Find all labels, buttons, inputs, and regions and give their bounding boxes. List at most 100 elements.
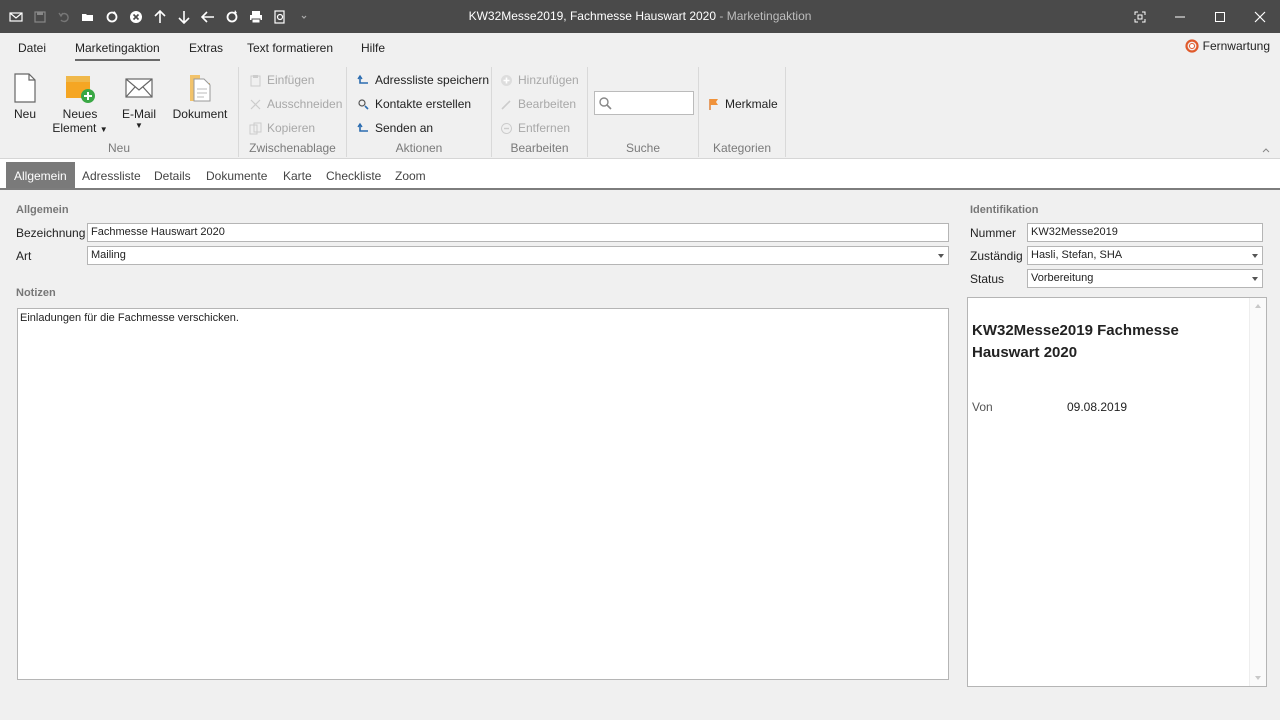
tab-adressliste[interactable]: Adressliste [74,162,149,188]
pencil-icon [501,99,511,110]
tab-details[interactable]: Details [146,162,199,188]
refresh-icon[interactable] [100,5,124,29]
edit-button[interactable]: Bearbeiten [500,95,576,113]
dropdown-arrow-icon [938,254,944,258]
mail-icon[interactable] [4,5,28,29]
sync-icon[interactable] [220,5,244,29]
section-title-general: Allgemein [16,204,69,216]
new-button[interactable]: Neu [8,73,42,121]
tab-allgemein[interactable]: Allgemein [6,162,75,188]
lifebuoy-icon [1185,39,1199,53]
remove-icon [501,122,512,134]
arrow-left-icon[interactable] [196,5,220,29]
number-field[interactable]: KW32Messe2019 [1027,223,1263,242]
remove-button[interactable]: Entfernen [500,119,570,137]
group-label-actions: Aktionen [395,141,443,155]
new-element-icon [66,76,95,103]
chevron-down-icon: ▼ [99,125,108,134]
minimize-button[interactable] [1160,0,1200,33]
section-title-notes: Notizen [16,287,56,299]
copy-button[interactable]: Kopieren [249,119,315,137]
tab-checkliste[interactable]: Checkliste [318,162,389,188]
responsible-label: Zuständig [970,249,1023,263]
paste-button[interactable]: Einfügen [249,71,314,89]
scroll-down-icon[interactable] [1255,676,1261,680]
title-bar: KW32Messe2019, Fachmesse Hauswart 2020 -… [0,0,1280,33]
ribbon-group-clipboard: Einfügen Ausschneiden Kopieren Zwischena… [239,67,347,157]
save-address-list-button[interactable]: Adressliste speichern [357,71,489,89]
search-input[interactable] [594,91,694,115]
remote-support-label: Fernwartung [1202,39,1270,53]
menu-hilfe[interactable]: Hilfe [361,41,385,55]
send-to-button[interactable]: Senden an [357,119,433,137]
cut-button[interactable]: Ausschneiden [249,95,342,113]
add-button[interactable]: Hinzufügen [500,71,579,89]
paste-icon [250,74,261,86]
chevron-down-icon: ▼ [135,121,143,130]
close-circle-icon[interactable] [124,5,148,29]
menu-datei[interactable]: Datei [18,41,46,55]
ribbon-group-search: Suche [588,67,699,157]
save-icon[interactable] [28,5,52,29]
open-folder-icon[interactable] [76,5,100,29]
tab-zoom[interactable]: Zoom [387,162,434,188]
document-button[interactable]: Dokument [170,73,230,121]
tab-bar: Allgemein Adressliste Details Dokumente … [0,159,1280,190]
ribbon-group-neu: Neu Neues Element ▼ E-Mail ▼ Dokument Ne… [0,67,239,157]
type-label: Art [16,249,32,263]
ribbon-group-actions: Adressliste speichern Kontakte erstellen… [347,67,492,157]
type-select[interactable]: Mailing [87,246,949,265]
maximize-button[interactable] [1200,0,1240,33]
return-arrow-icon [357,122,368,132]
email-icon [125,78,153,98]
tab-dokumente[interactable]: Dokumente [198,162,275,188]
quick-access-toolbar [4,0,316,33]
menu-text-formatieren[interactable]: Text formatieren [247,41,333,55]
group-label-clipboard: Zwischenablage [249,141,336,155]
responsible-select[interactable]: Hasli, Stefan, SHA [1027,246,1263,265]
preview-from-value: 09.08.2019 [1067,400,1128,414]
focus-mode-button[interactable] [1120,0,1160,33]
search-icon [599,97,612,110]
arrow-down-icon[interactable] [172,5,196,29]
number-label: Nummer [970,226,1017,240]
preview-panel: KW32Messe2019 Fachmesse Hauswart 2020 Vo… [967,297,1267,687]
return-arrow-icon [357,74,368,84]
minimize-icon [1175,16,1185,17]
new-element-button[interactable]: Neues Element ▼ [52,73,108,135]
preview-scrollbar[interactable] [1249,298,1266,686]
print-preview-icon[interactable] [268,5,292,29]
scissors-icon [250,99,261,109]
arrow-up-icon[interactable] [148,5,172,29]
dropdown-arrow-icon [1252,254,1258,258]
new-document-icon [14,73,36,103]
flag-icon [709,98,718,110]
focus-icon [1134,11,1146,22]
undo-icon[interactable] [52,5,76,29]
features-button[interactable]: Merkmale [707,95,778,113]
status-select[interactable]: Vorbereitung [1027,269,1263,288]
notes-textarea[interactable]: Einladungen für die Fachmesse verschicke… [17,308,949,680]
designation-field[interactable]: Fachmesse Hauswart 2020 [87,223,949,242]
contacts-icon [358,98,369,110]
dropdown-arrow-icon [1252,277,1258,281]
status-label: Status [970,272,1005,286]
create-contacts-button[interactable]: Kontakte erstellen [357,95,471,113]
collapse-ribbon-icon[interactable] [1262,146,1270,154]
close-button[interactable] [1240,0,1280,33]
group-label-search: Suche [625,141,661,155]
menu-marketingaktion[interactable]: Marketingaktion [75,41,160,61]
maximize-icon [1215,11,1225,22]
scroll-up-icon[interactable] [1255,304,1261,308]
group-label-categories: Kategorien [712,141,772,155]
copy-icon [249,122,262,134]
menu-bar: Datei Marketingaktion Extras Text format… [0,33,1280,63]
menu-extras[interactable]: Extras [189,41,223,55]
ribbon: Neu Neues Element ▼ E-Mail ▼ Dokument Ne… [0,63,1280,159]
print-icon[interactable] [244,5,268,29]
section-title-identification: Identifikation [970,204,1039,216]
remote-support-button[interactable]: Fernwartung [1185,39,1270,53]
email-button[interactable]: E-Mail ▼ [118,73,160,130]
tab-karte[interactable]: Karte [275,162,320,188]
customize-dropdown-icon[interactable] [292,5,316,29]
